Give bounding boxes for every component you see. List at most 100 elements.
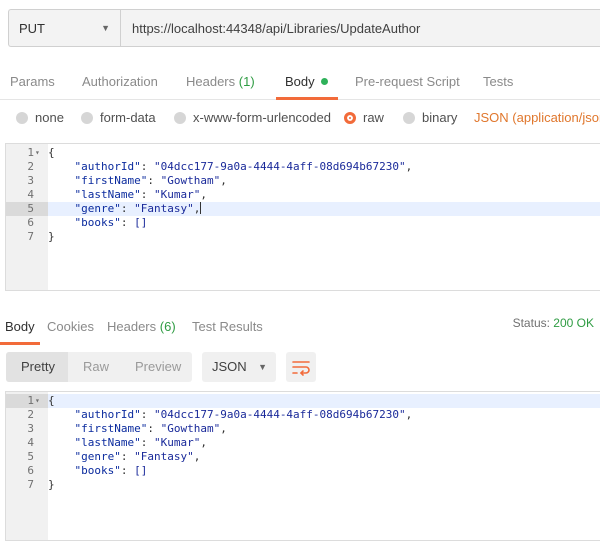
line-number: 6 bbox=[27, 216, 34, 229]
json-sep: : bbox=[120, 216, 135, 229]
fold-chevron-icon[interactable]: ▾ bbox=[35, 146, 40, 160]
request-body-editor[interactable]: 1 ▾ {2 "authorId": "04dcc177-9a0a-4444-4af… bbox=[5, 143, 600, 291]
response-view-mode: Pretty Raw Preview bbox=[6, 352, 192, 382]
response-tab-cookies[interactable]: Cookies bbox=[47, 319, 94, 334]
code-line: 4 "lastName": "Kumar", bbox=[6, 436, 600, 450]
code-line: 3 "firstName": "Gowtham", bbox=[6, 422, 600, 436]
radio-raw[interactable]: raw bbox=[344, 110, 384, 125]
json-sep: : bbox=[140, 188, 154, 201]
line-number: 3 bbox=[27, 174, 34, 187]
active-tab-underline bbox=[276, 97, 338, 100]
line-number: 3 bbox=[27, 422, 34, 435]
view-raw-button[interactable]: Raw bbox=[83, 359, 109, 374]
json-val: "Gowtham" bbox=[160, 174, 221, 187]
radio-icon bbox=[81, 111, 93, 124]
radio-none[interactable]: none bbox=[16, 110, 64, 125]
response-format-select[interactable]: JSON ▼ bbox=[202, 352, 276, 382]
code-text: { bbox=[48, 146, 55, 159]
response-status: Status: 200 OK bbox=[512, 316, 594, 330]
json-tail: , bbox=[405, 160, 413, 173]
json-tail: , bbox=[220, 174, 227, 187]
radio-icon bbox=[174, 111, 186, 124]
json-val: "Gowtham" bbox=[160, 422, 221, 435]
code-line: 3 "firstName": "Gowtham", bbox=[6, 174, 600, 188]
wrap-lines-icon bbox=[292, 361, 310, 376]
line-number: 5 bbox=[27, 450, 34, 463]
json-key: "genre" bbox=[74, 450, 121, 463]
json-sep: : bbox=[120, 202, 135, 215]
url-input[interactable]: https://localhost:44348/api/Libraries/Up… bbox=[120, 9, 600, 47]
line-number: 4 bbox=[27, 436, 34, 449]
code-line: 2 "authorId": "04dcc177-9a0a-4444-4aff-0… bbox=[6, 160, 600, 174]
radio-selected-icon bbox=[344, 111, 356, 124]
chevron-down-icon: ▼ bbox=[258, 362, 267, 372]
radio-form-data[interactable]: form-data bbox=[81, 110, 156, 125]
fold-chevron-icon[interactable]: ▾ bbox=[35, 394, 40, 408]
code-text: } bbox=[48, 230, 55, 243]
method-label: PUT bbox=[19, 20, 45, 36]
json-val: "04dcc177-9a0a-4444-4aff-08d694b67230" bbox=[153, 408, 406, 421]
line-number: 5 bbox=[27, 202, 34, 215]
body-indicator-dot-icon bbox=[320, 78, 328, 85]
json-val: "Kumar" bbox=[153, 436, 201, 449]
radio-urlencoded[interactable]: x-www-form-urlencoded bbox=[174, 110, 331, 125]
code-line: 6 "books": [] bbox=[6, 464, 600, 478]
line-number: 7 bbox=[27, 230, 34, 243]
json-val: [] bbox=[134, 464, 148, 477]
json-key: "firstName" bbox=[74, 174, 148, 187]
view-pretty-button[interactable]: Pretty bbox=[21, 359, 55, 374]
line-number: 4 bbox=[27, 188, 34, 201]
json-sep: : bbox=[120, 464, 135, 477]
line-number: 1 bbox=[27, 146, 34, 159]
json-sep: : bbox=[140, 436, 154, 449]
json-val: "Kumar" bbox=[153, 188, 201, 201]
json-tail: , bbox=[193, 202, 201, 215]
chevron-down-icon: ▼ bbox=[101, 23, 110, 33]
code-text: { bbox=[48, 394, 55, 407]
code-line: 1 ▾ { bbox=[6, 394, 600, 408]
url-text: https://localhost:44348/api/Libraries/Up… bbox=[132, 20, 421, 36]
body-mode-radio-group: none form-data x-www-form-urlencoded raw… bbox=[0, 106, 600, 132]
json-key: "authorId" bbox=[74, 408, 141, 421]
json-sep: : bbox=[120, 450, 135, 463]
tab-headers[interactable]: Headers (1) bbox=[186, 74, 255, 89]
content-type-select[interactable]: JSON (application/json) bbox=[474, 110, 600, 125]
json-key: "books" bbox=[74, 216, 121, 229]
json-val: "Fantasy" bbox=[134, 450, 194, 463]
json-tail: , bbox=[200, 436, 207, 449]
json-val: "Fantasy" bbox=[134, 202, 194, 215]
code-text: } bbox=[48, 478, 55, 491]
tab-body[interactable]: Body bbox=[285, 74, 328, 89]
radio-binary[interactable]: binary bbox=[403, 110, 457, 125]
json-sep: : bbox=[147, 174, 161, 187]
view-preview-button[interactable]: Preview bbox=[135, 359, 181, 374]
code-line: 6 "books": [] bbox=[6, 216, 600, 230]
tab-params[interactable]: Params bbox=[10, 74, 55, 89]
response-tab-headers[interactable]: Headers (6) bbox=[107, 319, 176, 334]
response-active-tab-underline bbox=[0, 342, 40, 345]
code-line: 1 ▾ { bbox=[6, 146, 600, 160]
json-sep: : bbox=[140, 408, 154, 421]
tab-pre-request-script[interactable]: Pre-request Script bbox=[355, 74, 460, 89]
code-line: 7} bbox=[6, 478, 600, 492]
tab-authorization[interactable]: Authorization bbox=[82, 74, 158, 89]
json-key: "firstName" bbox=[74, 422, 148, 435]
json-val: "04dcc177-9a0a-4444-4aff-08d694b67230" bbox=[153, 160, 406, 173]
json-key: "lastName" bbox=[74, 436, 141, 449]
json-tail: , bbox=[200, 188, 207, 201]
headers-count: (1) bbox=[238, 74, 255, 89]
response-body-viewer[interactable]: 1 ▾ {2 "authorId": "04dcc177-9a0a-4444-4af… bbox=[5, 391, 600, 541]
line-number: 6 bbox=[27, 464, 34, 477]
line-number: 2 bbox=[27, 408, 34, 421]
response-headers-count: (6) bbox=[159, 319, 176, 334]
tab-tests[interactable]: Tests bbox=[483, 74, 513, 89]
response-tab-test-results[interactable]: Test Results bbox=[192, 319, 263, 334]
code-line: 4 "lastName": "Kumar", bbox=[6, 188, 600, 202]
code-line: 7} bbox=[6, 230, 600, 244]
response-tab-body[interactable]: Body bbox=[5, 319, 35, 334]
wrap-lines-button[interactable] bbox=[286, 352, 316, 382]
line-number: 2 bbox=[27, 160, 34, 173]
method-select[interactable]: PUT ▼ bbox=[8, 9, 120, 47]
json-key: "lastName" bbox=[74, 188, 141, 201]
json-key: "genre" bbox=[74, 202, 121, 215]
